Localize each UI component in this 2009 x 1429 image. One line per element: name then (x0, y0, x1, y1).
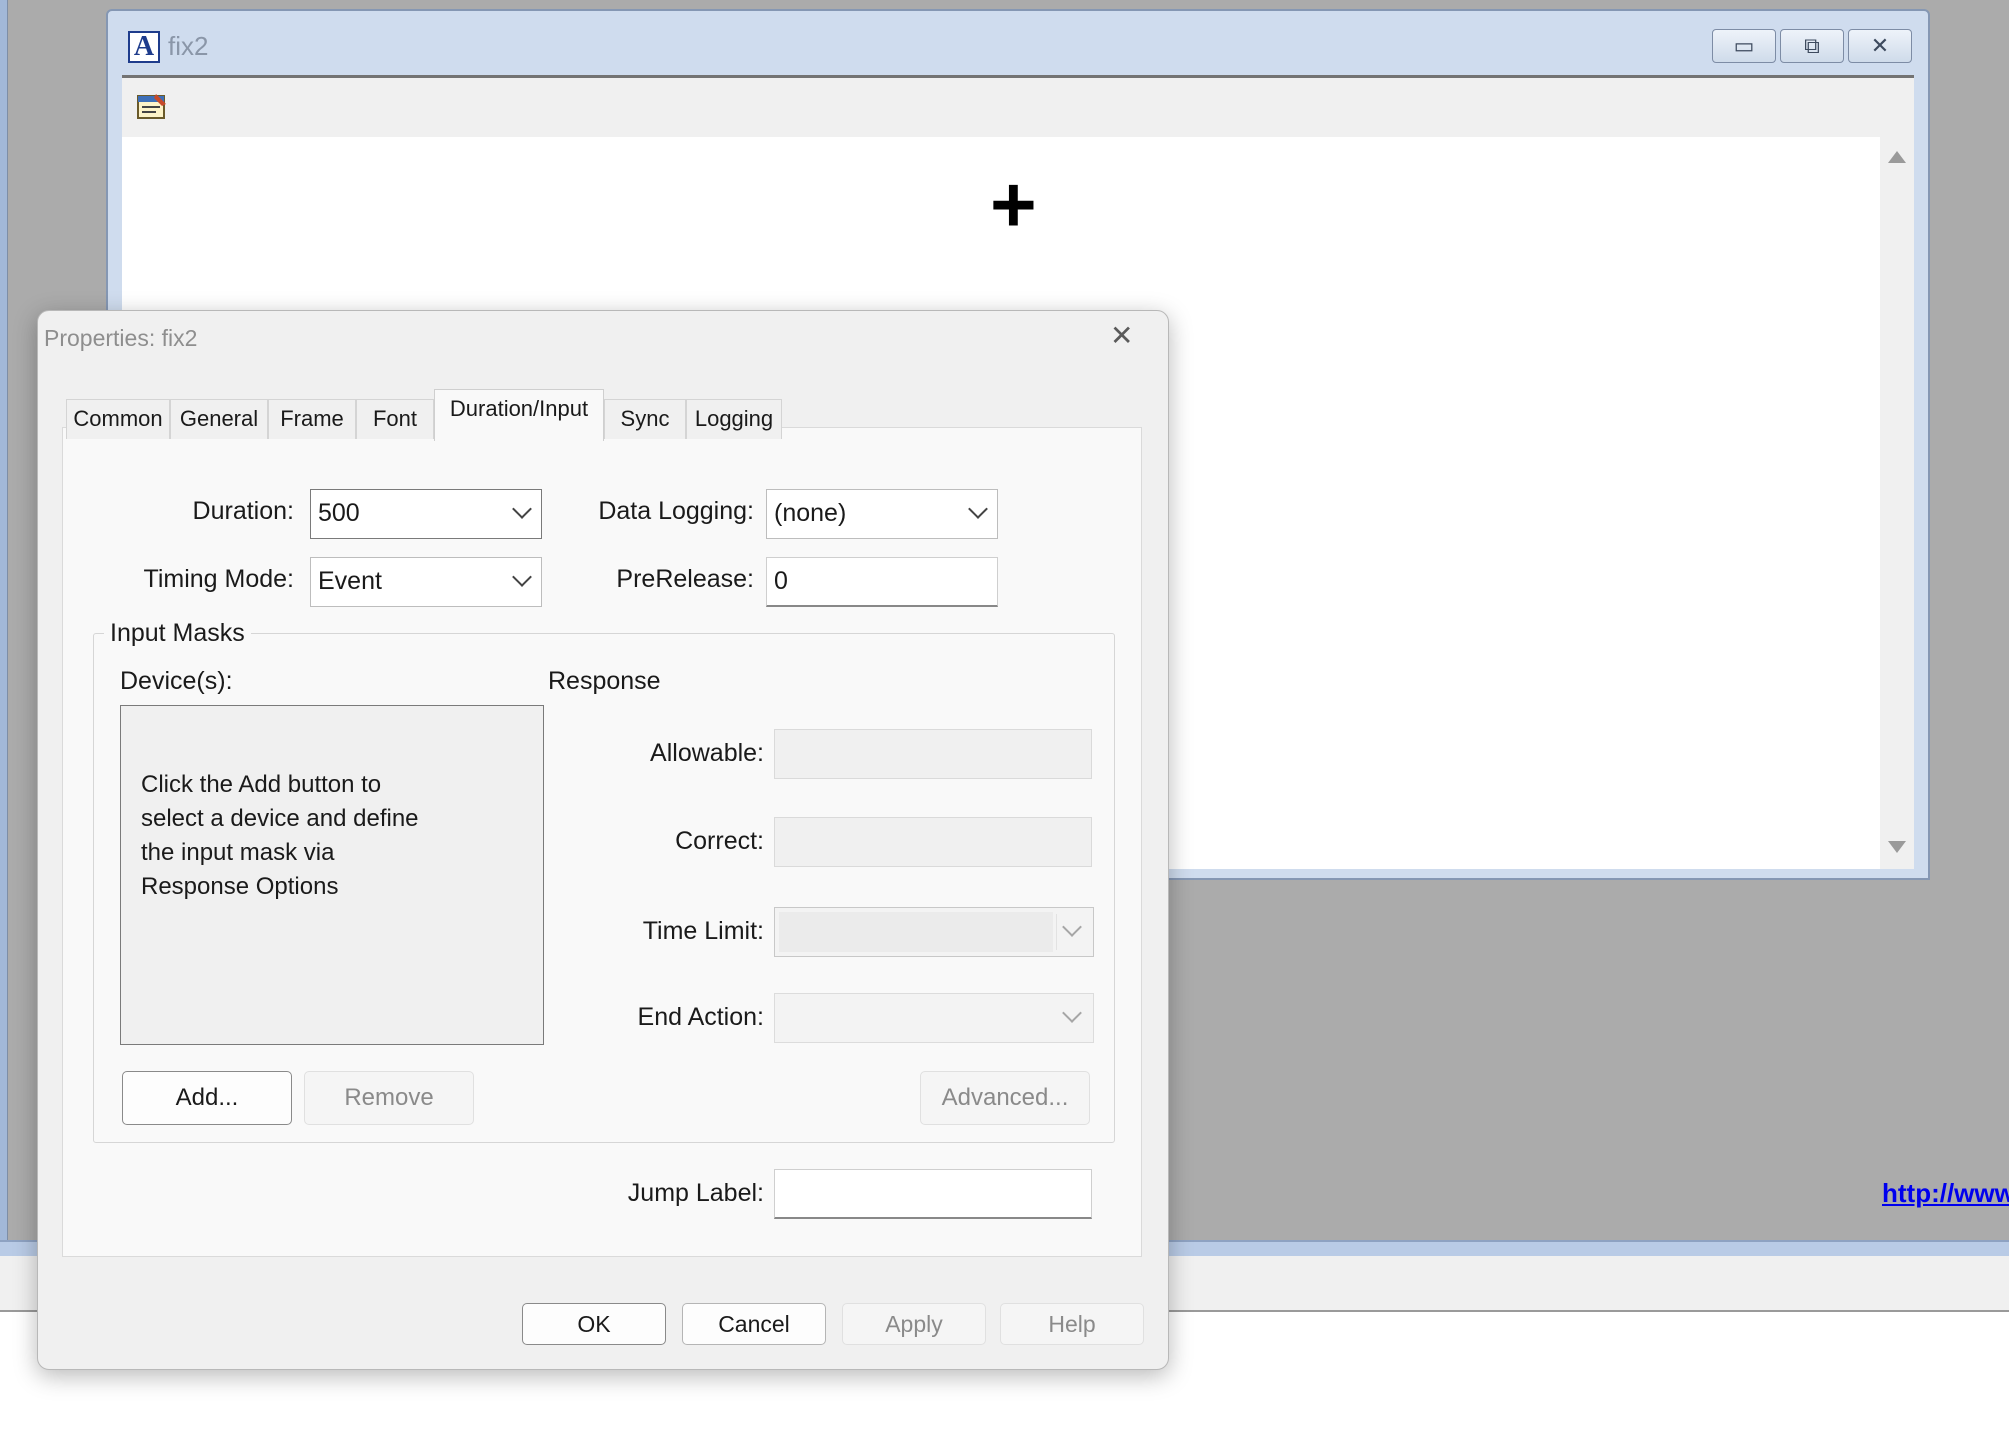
device-list[interactable]: Click the Add button to select a device … (120, 705, 544, 1045)
tab-common[interactable]: Common (66, 399, 170, 439)
correct-input (774, 817, 1092, 867)
apply-button: Apply (842, 1303, 986, 1345)
end-action-label: End Action: (637, 1003, 764, 1031)
url-link[interactable]: http://www (1882, 1178, 2009, 1209)
tab-duration-input[interactable]: Duration/Input (434, 389, 604, 441)
timing-mode-label: Timing Mode: (143, 565, 294, 593)
close-window-button[interactable]: ✕ (1848, 29, 1912, 63)
tab-logging[interactable]: Logging (686, 399, 782, 439)
device-list-hint: Click the Add button to select a device … (141, 771, 419, 900)
tab-general[interactable]: General (170, 399, 268, 439)
dialog-close-icon[interactable]: ✕ (1110, 319, 1133, 352)
cancel-button[interactable]: Cancel (682, 1303, 826, 1345)
add-device-button[interactable]: Add... (122, 1071, 292, 1125)
tab-font[interactable]: Font (356, 399, 434, 439)
end-action-combobox (774, 993, 1094, 1043)
minimize-icon: ▭ (1733, 33, 1755, 58)
scroll-down-icon[interactable] (1888, 841, 1906, 853)
fixation-cross: + (990, 160, 1037, 249)
timing-mode-value: Event (318, 567, 382, 595)
help-button: Help (1000, 1303, 1144, 1345)
time-limit-value (779, 912, 1053, 952)
chevron-down-icon[interactable] (512, 567, 532, 587)
data-logging-label: Data Logging: (598, 497, 754, 525)
data-logging-combobox[interactable]: (none) (766, 489, 998, 539)
prerelease-label: PreRelease: (616, 565, 754, 593)
advanced-button: Advanced... (920, 1071, 1090, 1125)
prerelease-input[interactable]: 0 (766, 557, 998, 607)
chevron-down-icon (1062, 917, 1082, 937)
workspace-left-edge (0, 0, 8, 1240)
properties-icon[interactable] (136, 92, 168, 120)
timing-mode-combobox[interactable]: Event (310, 557, 542, 607)
duration-combobox[interactable]: 500 (310, 489, 542, 539)
chevron-down-icon[interactable] (512, 499, 532, 519)
restore-icon: ⧉ (1804, 33, 1820, 58)
combo-separator (1056, 914, 1057, 950)
app-icon: A (128, 31, 160, 63)
chevron-down-icon (1062, 1003, 1082, 1023)
close-icon: ✕ (1870, 33, 1890, 58)
minimize-button[interactable]: ▭ (1712, 29, 1776, 63)
tab-sync[interactable]: Sync (604, 399, 686, 439)
tab-strip: Common General Frame Font Duration/Input… (66, 389, 1146, 441)
allowable-input (774, 729, 1092, 779)
duration-value: 500 (318, 499, 360, 527)
allowable-label: Allowable: (650, 739, 764, 767)
response-label: Response (548, 667, 661, 695)
ok-button[interactable]: OK (522, 1303, 666, 1345)
vertical-scrollbar[interactable] (1880, 137, 1914, 869)
jump-label-input[interactable] (774, 1169, 1092, 1219)
properties-dialog: Properties: fix2 ✕ Common General Frame … (37, 310, 1169, 1370)
remove-device-button: Remove (304, 1071, 474, 1125)
jump-label-label: Jump Label: (627, 1179, 764, 1207)
duration-label: Duration: (192, 497, 294, 525)
restore-button[interactable]: ⧉ (1780, 29, 1844, 63)
time-limit-label: Time Limit: (642, 917, 764, 945)
correct-label: Correct: (675, 827, 764, 855)
window-title: fix2 (168, 31, 209, 61)
window-toolbar (122, 75, 1914, 137)
scroll-up-icon[interactable] (1888, 151, 1906, 163)
tab-frame[interactable]: Frame (268, 399, 356, 439)
input-masks-legend: Input Masks (104, 619, 251, 648)
dialog-title: Properties: fix2 (44, 325, 198, 351)
devices-label: Device(s): (120, 667, 233, 695)
chevron-down-icon[interactable] (968, 499, 988, 519)
time-limit-combobox (774, 907, 1094, 957)
data-logging-value: (none) (774, 499, 847, 527)
